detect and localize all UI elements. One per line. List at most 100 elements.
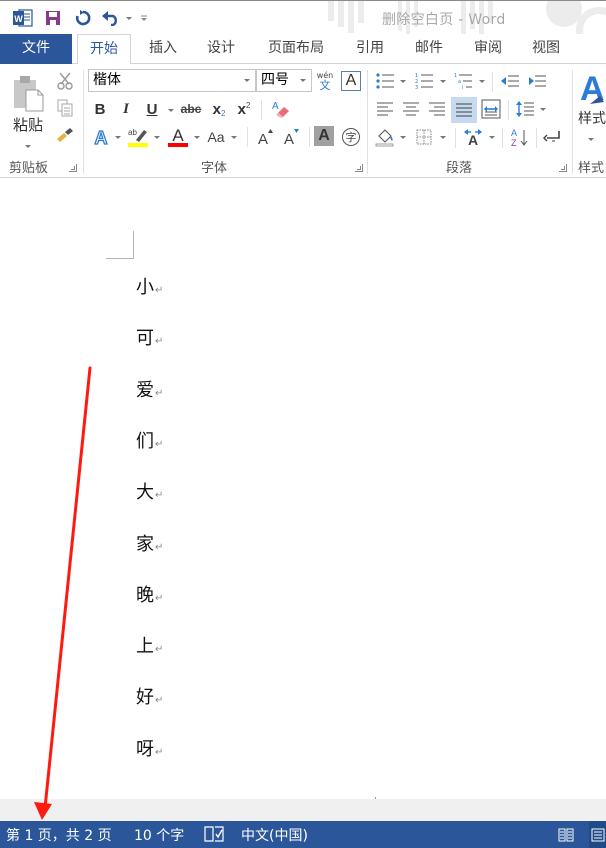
document-paragraph[interactable]: 晚↵ bbox=[136, 581, 163, 607]
format-painter-button[interactable] bbox=[54, 124, 76, 146]
italic-button[interactable]: I bbox=[116, 99, 136, 119]
underline-button[interactable]: U bbox=[142, 99, 162, 119]
font-color-button[interactable]: A bbox=[166, 125, 190, 149]
enclose-characters-button[interactable]: 字 bbox=[340, 126, 362, 148]
tab-mailings[interactable]: 邮件 bbox=[404, 34, 454, 64]
document-paragraph[interactable]: 们↵ bbox=[136, 427, 163, 453]
document-paragraph[interactable]: 大↵ bbox=[136, 478, 163, 504]
paste-dropdown-icon[interactable] bbox=[25, 145, 31, 148]
svg-text:3: 3 bbox=[415, 85, 418, 90]
document-paragraph[interactable]: 可↵ bbox=[136, 324, 163, 350]
justify-button[interactable] bbox=[451, 97, 477, 123]
align-center-button[interactable] bbox=[399, 98, 423, 120]
distributed-button[interactable] bbox=[479, 98, 503, 120]
customize-qat-button[interactable] bbox=[134, 7, 154, 29]
font-size-combo[interactable]: 四号 bbox=[256, 69, 312, 92]
highlight-button[interactable]: ab bbox=[126, 125, 150, 149]
shading-button[interactable] bbox=[373, 126, 397, 148]
tab-page-layout[interactable]: 页面布局 bbox=[258, 34, 334, 64]
undo-dropdown-icon[interactable] bbox=[125, 16, 132, 20]
undo-button[interactable] bbox=[98, 7, 134, 29]
chinese-layout-button[interactable]: A bbox=[460, 126, 486, 148]
multilevel-list-button[interactable]: 1ai bbox=[451, 70, 475, 92]
paragraph-launcher-icon[interactable] bbox=[559, 164, 567, 172]
document-paragraph[interactable]: 家↵ bbox=[136, 530, 163, 556]
increase-indent-button[interactable] bbox=[525, 70, 549, 92]
font-launcher-icon[interactable] bbox=[355, 164, 363, 172]
svg-text:Z: Z bbox=[511, 138, 517, 147]
shrink-font-button[interactable]: A bbox=[280, 126, 302, 148]
shading-dropdown-icon[interactable] bbox=[400, 136, 406, 139]
text-effects-dropdown-icon[interactable] bbox=[115, 136, 121, 139]
document-area[interactable]: 小↵ 可↵ 爱↵ 们↵ 大↵ 家↵ 晚↵ 上↵ 好↵ 呀↵ bbox=[0, 178, 606, 799]
chinese-layout-dropdown-icon[interactable] bbox=[489, 136, 495, 139]
font-size-value: 四号 bbox=[261, 72, 289, 88]
subscript-button[interactable]: x2 bbox=[209, 99, 229, 119]
sort-button[interactable]: AZ bbox=[508, 126, 532, 148]
borders-dropdown-icon[interactable] bbox=[440, 136, 446, 139]
font-size-dropdown-icon[interactable] bbox=[300, 79, 306, 82]
cut-button[interactable] bbox=[54, 70, 76, 92]
ribbon-tabs: 文件 开始 插入 设计 页面布局 引用 邮件 审阅 视图 bbox=[0, 34, 606, 65]
font-name-combo[interactable]: 楷体 bbox=[88, 69, 256, 92]
repeat-button[interactable] bbox=[68, 7, 98, 29]
page-count-status[interactable]: 第 1 页，共 2 页 bbox=[6, 825, 112, 845]
line-spacing-button[interactable] bbox=[513, 98, 537, 120]
document-paragraph[interactable]: 上↵ bbox=[136, 632, 163, 658]
document-paragraph[interactable]: 呀↵ bbox=[136, 735, 163, 761]
align-left-button[interactable] bbox=[373, 98, 397, 120]
tab-file[interactable]: 文件 bbox=[0, 34, 72, 64]
line-spacing-dropdown-icon[interactable] bbox=[540, 108, 546, 111]
superscript-button[interactable]: x2 bbox=[234, 99, 254, 119]
page-gap bbox=[0, 799, 606, 821]
separator bbox=[309, 127, 310, 147]
strikethrough-button[interactable]: abc bbox=[178, 99, 204, 119]
tab-review[interactable]: 审阅 bbox=[463, 34, 513, 64]
bullets-button[interactable] bbox=[373, 70, 397, 92]
character-shading-button[interactable]: A bbox=[314, 126, 334, 146]
decrease-indent-button[interactable] bbox=[498, 70, 522, 92]
text-effects-button[interactable]: A bbox=[90, 126, 112, 148]
numbering-dropdown-icon[interactable] bbox=[440, 80, 446, 83]
tab-home[interactable]: 开始 bbox=[77, 34, 131, 65]
tab-design[interactable]: 设计 bbox=[196, 34, 246, 64]
paste-button[interactable]: 粘贴 bbox=[6, 70, 50, 152]
font-name-dropdown-icon[interactable] bbox=[244, 79, 250, 82]
multilevel-list-dropdown-icon[interactable] bbox=[479, 80, 485, 83]
bullets-dropdown-icon[interactable] bbox=[400, 80, 406, 83]
grow-font-button[interactable]: A bbox=[254, 126, 276, 148]
styles-button[interactable]: A 样式 bbox=[578, 70, 606, 152]
highlight-dropdown-icon[interactable] bbox=[154, 136, 160, 139]
save-button[interactable] bbox=[38, 7, 68, 29]
word-count-status[interactable]: 10 个字 bbox=[134, 825, 184, 845]
change-case-button[interactable]: Aa bbox=[204, 126, 228, 148]
undo-icon bbox=[101, 11, 117, 26]
bold-button[interactable]: B bbox=[90, 99, 110, 119]
tab-view[interactable]: 视图 bbox=[521, 34, 571, 64]
print-layout-button[interactable] bbox=[589, 821, 606, 848]
proofing-button[interactable] bbox=[204, 826, 224, 846]
numbering-button[interactable]: 123 bbox=[412, 70, 436, 92]
tab-insert[interactable]: 插入 bbox=[138, 34, 188, 64]
styles-dropdown-icon[interactable] bbox=[588, 138, 594, 141]
read-mode-button[interactable] bbox=[553, 821, 579, 848]
font-color-dropdown-icon[interactable] bbox=[194, 136, 200, 139]
document-paragraph[interactable]: 爱↵ bbox=[136, 376, 163, 402]
change-case-dropdown-icon[interactable] bbox=[231, 136, 237, 139]
character-border-button[interactable]: A bbox=[341, 71, 361, 91]
shrink-font-icon: A bbox=[284, 129, 299, 146]
clear-formatting-button[interactable]: A bbox=[268, 98, 292, 120]
tab-references[interactable]: 引用 bbox=[345, 34, 395, 64]
copy-button[interactable] bbox=[54, 97, 76, 119]
align-right-button[interactable] bbox=[425, 98, 449, 120]
clipboard-launcher-icon[interactable] bbox=[69, 164, 77, 172]
show-marks-button[interactable] bbox=[541, 126, 563, 148]
phonetic-guide-button[interactable]: wén 文 bbox=[315, 69, 335, 93]
document-paragraph[interactable]: 好↵ bbox=[136, 683, 163, 709]
underline-dropdown-icon[interactable] bbox=[168, 109, 174, 112]
group-separator bbox=[83, 70, 84, 174]
language-status[interactable]: 中文(中国) bbox=[241, 825, 308, 845]
word-icon[interactable]: W bbox=[8, 7, 38, 29]
borders-button[interactable] bbox=[412, 126, 436, 148]
document-paragraph[interactable]: 小↵ bbox=[136, 273, 163, 299]
